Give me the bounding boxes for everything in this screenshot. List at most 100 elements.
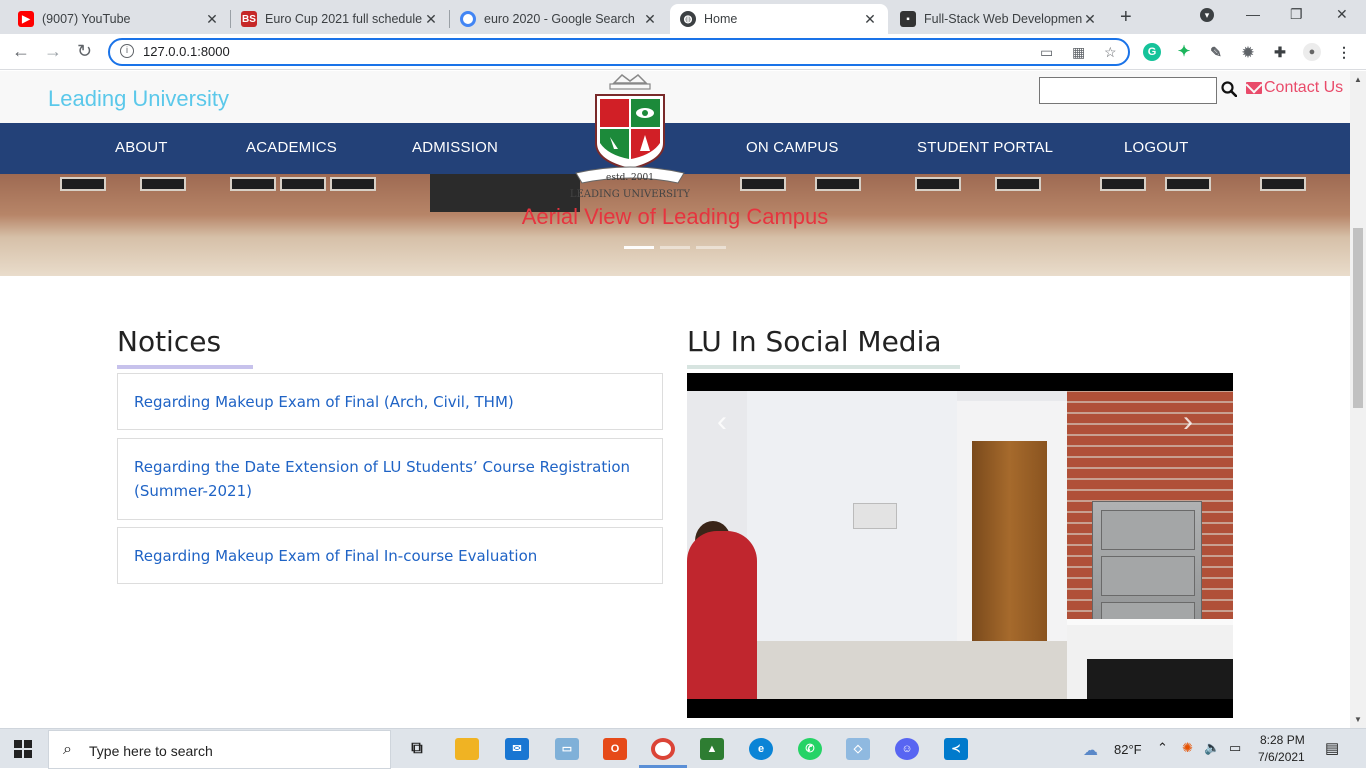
chevron-right-icon[interactable]: › [1183, 405, 1193, 439]
app-cube-icon[interactable]: ◇ [846, 738, 870, 760]
vscode-icon[interactable]: ≺ [944, 738, 968, 760]
extension-leaf-icon[interactable]: ✦ [1175, 43, 1193, 61]
carousel-indicator[interactable] [624, 246, 654, 249]
close-window-button[interactable]: ✕ [1336, 6, 1348, 23]
nav-academics[interactable]: ACADEMICS [246, 139, 337, 156]
tab-title: (9007) YouTube [42, 12, 131, 26]
taskbar-search[interactable]: ⌕ Type here to search [48, 730, 391, 769]
web-page: Leading University Contact Us Aerial Vie… [0, 71, 1350, 728]
site-brand-link[interactable]: Leading University [48, 86, 229, 112]
weather-temp[interactable]: 82°F [1114, 742, 1142, 757]
scrollbar-thumb[interactable] [1353, 228, 1363, 408]
nav-student-portal[interactable]: STUDENT PORTAL [917, 139, 1053, 156]
page-scrollbar[interactable]: ▲ ▼ [1350, 71, 1366, 728]
extensions-puzzle-icon[interactable]: ✚ [1271, 43, 1289, 61]
carousel-indicator[interactable] [660, 246, 690, 249]
carousel-indicator[interactable] [696, 246, 726, 249]
bookmark-star-icon[interactable]: ☆ [1104, 44, 1117, 61]
minimize-button[interactable]: — [1246, 6, 1260, 22]
close-icon[interactable]: ✕ [862, 11, 878, 28]
restore-button[interactable]: ❐ [1290, 6, 1303, 23]
tab-strip: ▶ (9007) YouTube ✕ BS Euro Cup 2021 full… [0, 0, 1366, 34]
back-icon[interactable]: ← [12, 41, 30, 62]
reload-icon[interactable]: ↻ [77, 41, 92, 62]
chevron-up-icon[interactable]: ⌃ [1157, 740, 1168, 756]
notifications-icon[interactable]: ▤ [1325, 739, 1339, 757]
chevron-left-icon[interactable]: ‹ [717, 405, 727, 439]
clock-date[interactable]: 7/6/2021 [1258, 750, 1305, 764]
taskbar-search-placeholder: Type here to search [89, 743, 213, 759]
address-bar[interactable]: i 127.0.0.1:8000 ▭ ▦ ☆ [108, 38, 1130, 66]
envelope-icon [1246, 82, 1262, 94]
cast-icon[interactable]: ▭ [1040, 44, 1053, 61]
tab-title: Home [704, 12, 738, 26]
notice-link[interactable]: Regarding Makeup Exam of Final (Arch, Ci… [134, 390, 514, 414]
windows-start-icon[interactable] [14, 740, 32, 758]
notice-link[interactable]: Regarding the Date Extension of LU Stude… [134, 455, 646, 503]
tab-search-icon[interactable]: ▾ [1200, 8, 1214, 22]
avast-icon[interactable]: ✺ [1182, 740, 1193, 756]
mail-icon[interactable]: ✉ [505, 738, 529, 760]
notice-item[interactable]: Regarding Makeup Exam of Final (Arch, Ci… [117, 373, 663, 430]
qr-icon[interactable]: ▦ [1072, 44, 1085, 61]
close-icon[interactable]: ✕ [1082, 11, 1098, 28]
site-search-input[interactable] [1039, 77, 1217, 104]
url-text[interactable]: 127.0.0.1:8000 [143, 44, 230, 59]
clock-time[interactable]: 8:28 PM [1260, 733, 1305, 747]
social-media-title: LU In Social Media [687, 325, 942, 358]
grammarly-icon[interactable]: G [1143, 43, 1161, 61]
close-icon[interactable]: ✕ [204, 11, 220, 28]
computer-icon[interactable]: ▭ [555, 738, 579, 760]
close-icon[interactable]: ✕ [423, 11, 439, 28]
menu-kebab-icon[interactable]: ⋮ [1335, 43, 1353, 61]
notice-item[interactable]: Regarding Makeup Exam of Final In-course… [117, 527, 663, 584]
nav-admission[interactable]: ADMISSION [412, 139, 498, 156]
tab-title: euro 2020 - Google Search [484, 12, 635, 26]
forward-icon[interactable]: → [44, 41, 62, 62]
tab-euro-cup[interactable]: BS Euro Cup 2021 full schedule, ✕ [231, 4, 449, 34]
chrome-icon[interactable] [651, 738, 675, 760]
wall-switch-image [853, 503, 897, 529]
network-icon[interactable]: ▭ [1229, 740, 1241, 756]
bs-icon: BS [241, 11, 257, 27]
extension-bug-icon[interactable]: ✹ [1239, 43, 1257, 61]
tab-google-search[interactable]: euro 2020 - Google Search ✕ [450, 4, 668, 34]
profile-avatar-icon[interactable]: ● [1303, 43, 1321, 61]
course-icon: ▪ [900, 11, 916, 27]
drive-icon[interactable]: ▲ [700, 738, 724, 760]
tab-title: Full-Stack Web Development [924, 12, 1082, 26]
tab-full-stack[interactable]: ▪ Full-Stack Web Development ✕ [890, 4, 1108, 34]
notice-link[interactable]: Regarding Makeup Exam of Final In-course… [134, 544, 537, 568]
video-frame [687, 391, 1233, 699]
logo-estd-text: estd. 2001 [606, 173, 654, 183]
logo-name-text: LEADING UNIVERSITY [570, 189, 690, 200]
youtube-icon: ▶ [18, 11, 34, 27]
task-view-icon[interactable]: ⧉ [405, 738, 429, 760]
google-icon [460, 11, 476, 27]
close-icon[interactable]: ✕ [642, 11, 658, 28]
volume-icon[interactable]: 🔈 [1204, 740, 1220, 756]
extension-eyedropper-icon[interactable]: ✎ [1207, 43, 1225, 61]
tab-title: Euro Cup 2021 full schedule, [265, 12, 423, 26]
search-icon[interactable] [1221, 81, 1237, 97]
windows-taskbar: ⌕ Type here to search ⧉ ✉ ▭ O ▲ e ✆ ◇ ☺ … [0, 728, 1366, 769]
social-media-video[interactable]: ‹ › [687, 373, 1233, 718]
nav-logout[interactable]: LOGOUT [1124, 139, 1189, 156]
notice-item[interactable]: Regarding the Date Extension of LU Stude… [117, 438, 663, 520]
edge-icon[interactable]: e [749, 738, 773, 760]
social-media-underline [687, 365, 960, 369]
new-tab-button[interactable]: + [1120, 6, 1132, 29]
file-explorer-icon[interactable] [455, 738, 479, 760]
discord-icon[interactable]: ☺ [895, 738, 919, 760]
notices-title: Notices [117, 325, 222, 358]
nav-on-campus[interactable]: ON CAMPUS [746, 139, 839, 156]
nav-about[interactable]: ABOUT [115, 139, 168, 156]
whatsapp-icon[interactable]: ✆ [798, 738, 822, 760]
tab-home[interactable]: ◍ Home ✕ [670, 4, 888, 34]
site-info-icon[interactable]: i [120, 44, 134, 58]
contact-us-link[interactable]: Contact Us [1246, 79, 1343, 97]
university-logo[interactable]: estd. 2001 LEADING UNIVERSITY [570, 73, 690, 213]
tab-youtube[interactable]: ▶ (9007) YouTube ✕ [8, 4, 230, 34]
weather-icon[interactable]: ☁ [1083, 741, 1098, 759]
office-icon[interactable]: O [603, 738, 627, 760]
